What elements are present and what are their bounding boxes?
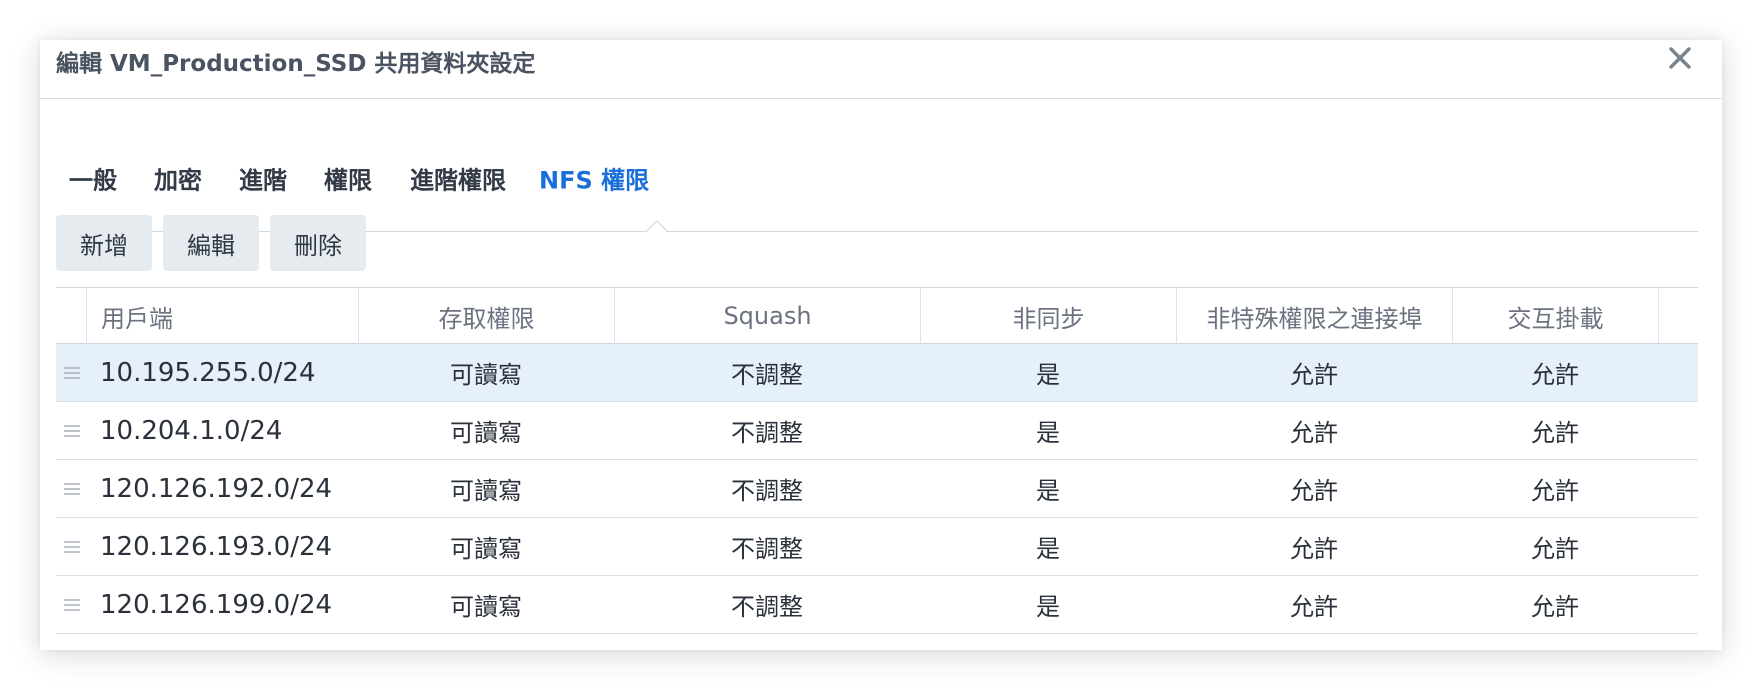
cell-async: 是	[1036, 419, 1060, 447]
close-icon[interactable]	[1664, 42, 1696, 74]
cell-async: 是	[1036, 535, 1060, 563]
add-button[interactable]: 新增	[56, 215, 152, 271]
cell-client: 120.126.192.0/24	[100, 473, 333, 504]
table-row[interactable]: 120.126.199.0/24 可讀寫 不調整 是 允許 允許	[56, 576, 1698, 634]
header-handle-column	[56, 288, 86, 344]
cell-access: 可讀寫	[450, 419, 522, 447]
cell-crossmnt: 允許	[1531, 419, 1579, 447]
drag-handle-icon[interactable]	[64, 481, 80, 495]
dialog-title: 編輯 VM_Production_SSD 共用資料夾設定	[56, 51, 536, 77]
tab-nfs-permissions[interactable]: NFS 權限	[539, 161, 649, 196]
table-row[interactable]: 120.126.192.0/24 可讀寫 不調整 是 允許 允許	[56, 460, 1698, 518]
cell-crossmnt: 允許	[1531, 361, 1579, 389]
table-row[interactable]: 120.126.193.0/24 可讀寫 不調整 是 允許 允許	[56, 518, 1698, 576]
cell-client: 120.126.199.0/24	[100, 589, 333, 620]
header-client[interactable]: 用戶端	[86, 288, 358, 344]
tab-permissions[interactable]: 權限	[324, 161, 372, 196]
header-async[interactable]: 非同步	[920, 288, 1176, 344]
cell-crossmnt: 允許	[1531, 593, 1579, 621]
cell-nonprivileged-port: 允許	[1290, 361, 1338, 389]
cell-nonprivileged-port: 允許	[1290, 477, 1338, 505]
edit-shared-folder-dialog: 編輯 VM_Production_SSD 共用資料夾設定 一般 加密 進階 權限…	[40, 40, 1722, 650]
cell-crossmnt: 允許	[1531, 535, 1579, 563]
cell-async: 是	[1036, 593, 1060, 621]
tab-bar: 一般 加密 進階 權限 進階權限 NFS 權限	[56, 98, 1698, 232]
nfs-rules-table: 用戶端 存取權限 Squash 非同步 非特殊權限之連接埠 交互掛載 10.19…	[56, 287, 1698, 634]
table-row[interactable]: 10.204.1.0/24 可讀寫 不調整 是 允許 允許	[56, 402, 1698, 460]
cell-access: 可讀寫	[450, 361, 522, 389]
cell-access: 可讀寫	[450, 535, 522, 563]
delete-button[interactable]: 刪除	[270, 215, 366, 271]
cell-crossmnt: 允許	[1531, 477, 1579, 505]
table-row[interactable]: 10.195.255.0/24 可讀寫 不調整 是 允許 允許	[56, 344, 1698, 402]
cell-squash: 不調整	[731, 361, 803, 389]
cell-squash: 不調整	[731, 477, 803, 505]
header-squash[interactable]: Squash	[614, 288, 920, 344]
drag-handle-icon[interactable]	[64, 365, 80, 379]
cell-access: 可讀寫	[450, 477, 522, 505]
drag-handle-icon[interactable]	[64, 423, 80, 437]
cell-nonprivileged-port: 允許	[1290, 593, 1338, 621]
header-access[interactable]: 存取權限	[358, 288, 614, 344]
cell-access: 可讀寫	[450, 593, 522, 621]
dialog-titlebar: 編輯 VM_Production_SSD 共用資料夾設定	[40, 40, 1722, 99]
table-header: 用戶端 存取權限 Squash 非同步 非特殊權限之連接埠 交互掛載	[56, 287, 1698, 344]
cell-squash: 不調整	[731, 535, 803, 563]
edit-button[interactable]: 編輯	[163, 215, 259, 271]
cell-client: 10.204.1.0/24	[100, 415, 283, 446]
header-crossmnt[interactable]: 交互掛載	[1452, 288, 1658, 344]
drag-handle-icon[interactable]	[64, 597, 80, 611]
cell-squash: 不調整	[731, 593, 803, 621]
header-nonprivileged-port[interactable]: 非特殊權限之連接埠	[1176, 288, 1452, 344]
drag-handle-icon[interactable]	[64, 539, 80, 553]
tab-advanced[interactable]: 進階	[239, 161, 287, 196]
tab-general[interactable]: 一般	[69, 161, 117, 196]
header-spacer	[1658, 288, 1698, 344]
cell-client: 120.126.193.0/24	[100, 531, 333, 562]
tab-encryption[interactable]: 加密	[154, 161, 202, 196]
cell-async: 是	[1036, 477, 1060, 505]
cell-nonprivileged-port: 允許	[1290, 419, 1338, 447]
cell-async: 是	[1036, 361, 1060, 389]
cell-squash: 不調整	[731, 419, 803, 447]
tab-advanced-permissions[interactable]: 進階權限	[410, 161, 506, 196]
cell-nonprivileged-port: 允許	[1290, 535, 1338, 563]
cell-client: 10.195.255.0/24	[100, 357, 316, 388]
